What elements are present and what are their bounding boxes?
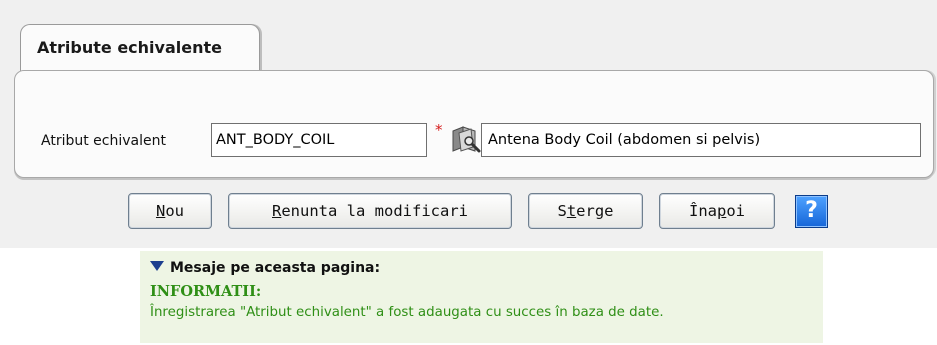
back-button[interactable]: Înapoi (659, 193, 775, 229)
new-button[interactable]: Nou (128, 193, 212, 229)
tab-label: Atribute echivalente (37, 38, 222, 57)
required-marker: * (435, 121, 443, 139)
folder-search-icon[interactable] (449, 123, 483, 155)
delete-button-label: erge (576, 202, 614, 220)
delete-button[interactable]: Sterge (528, 193, 643, 229)
back-button-mnemonic: p (716, 202, 727, 220)
collapse-triangle-icon[interactable] (150, 261, 164, 271)
cancel-changes-button[interactable]: Renunta la modificari (228, 193, 512, 229)
delete-button-prefix: S (557, 202, 567, 220)
cancel-button-label: enunta la modificari (281, 202, 468, 220)
code-input[interactable]: ANT_BODY_COIL (211, 123, 427, 157)
back-button-prefix: Îna (688, 202, 717, 220)
description-input[interactable]: Antena Body Coil (abdomen si pelvis) (481, 123, 921, 157)
messages-header-label: Mesaje pe aceasta pagina: (170, 260, 381, 276)
help-icon[interactable]: ? (795, 195, 828, 228)
message-text: Înregistrarea "Atribut echivalent" a fos… (150, 305, 664, 320)
new-button-mnemonic: N (155, 202, 166, 220)
cancel-button-mnemonic: R (272, 202, 282, 220)
form-panel: Atribut echivalent ANT_BODY_COIL * Anten… (14, 70, 934, 178)
message-type: INFORMATII: (150, 283, 262, 300)
messages-box: Mesaje pe aceasta pagina: INFORMATII: În… (140, 251, 823, 343)
field-label-atribut-echivalent: Atribut echivalent (41, 133, 166, 149)
messages-header[interactable]: Mesaje pe aceasta pagina: (150, 260, 380, 276)
tab-atribute-echivalente[interactable]: Atribute echivalente (20, 24, 260, 72)
back-button-label: oi (726, 202, 745, 220)
new-button-label: ou (165, 202, 184, 220)
delete-button-mnemonic: t (566, 202, 577, 220)
